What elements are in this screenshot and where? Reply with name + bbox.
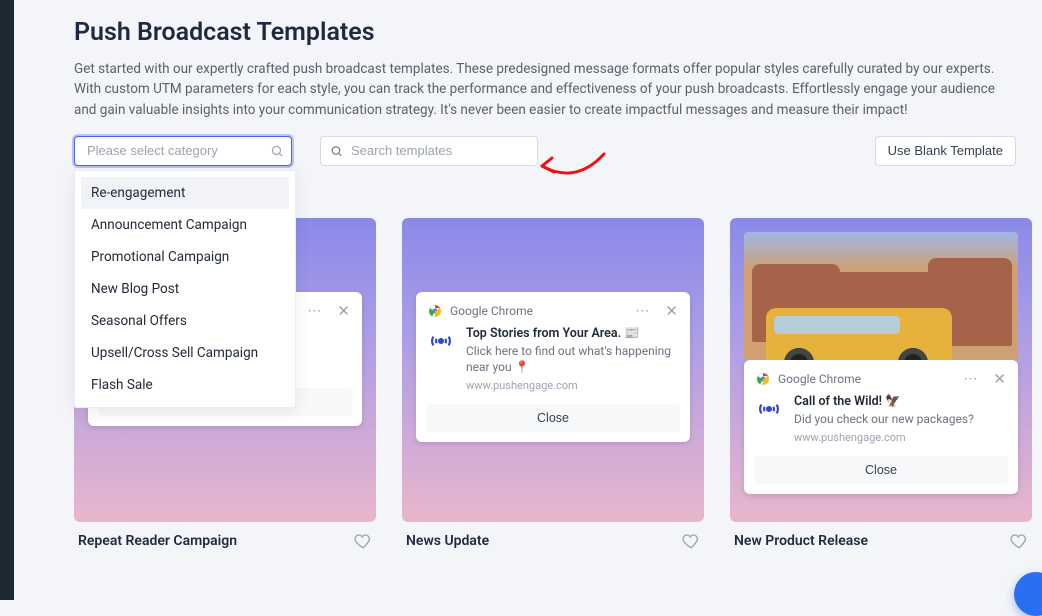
category-option-upsell[interactable]: Upsell/Cross Sell Campaign <box>81 337 289 369</box>
hero-image <box>744 232 1018 360</box>
more-icon[interactable]: ⋯ <box>635 303 651 319</box>
category-option-flash-sale[interactable]: Flash Sale <box>81 369 289 401</box>
more-icon[interactable]: ⋯ <box>963 371 979 387</box>
left-rail <box>0 0 14 600</box>
category-option-seasonal[interactable]: Seasonal Offers <box>81 305 289 337</box>
page-subtitle: Get started with our expertly crafted pu… <box>74 59 1014 120</box>
chrome-icon <box>428 304 442 318</box>
template-title: News Update <box>406 533 489 549</box>
notification-source: www.pushengage.com <box>794 431 974 444</box>
notification-brand: Google Chrome <box>450 304 533 318</box>
search-icon <box>330 144 343 157</box>
search-wrap <box>320 136 538 166</box>
category-option-announcement[interactable]: Announcement Campaign <box>81 209 289 241</box>
notification-text: Click here to find out what's happening … <box>466 343 678 375</box>
page-title: Push Broadcast Templates <box>74 18 1016 47</box>
notification-source: www.pushengage.com <box>466 379 678 392</box>
search-icon <box>270 144 284 158</box>
close-icon[interactable]: ✕ <box>659 302 678 320</box>
help-bubble-icon[interactable] <box>1014 572 1042 616</box>
notification-headline: Top Stories from Your Area. 📰 <box>466 326 678 342</box>
notification-close-button[interactable]: Close <box>426 404 680 432</box>
close-icon[interactable]: ✕ <box>987 370 1006 388</box>
category-option-re-engagement[interactable]: Re-engagement <box>81 177 289 209</box>
favorite-icon[interactable] <box>1010 532 1028 550</box>
notification-text: Did you check our new packages? <box>794 411 974 427</box>
van-illustration <box>766 308 952 360</box>
favorite-icon[interactable] <box>354 532 372 550</box>
broadcast-icon <box>428 328 454 393</box>
favorite-icon[interactable] <box>682 532 700 550</box>
search-input[interactable] <box>320 136 538 166</box>
notification-headline: Call of the Wild! 🦅 <box>794 394 974 410</box>
notification-brand: Google Chrome <box>778 372 861 386</box>
category-dropdown: Re-engagement Announcement Campaign Prom… <box>74 170 296 408</box>
more-icon[interactable]: ⋯ <box>307 303 323 319</box>
push-notification-preview: Google Chrome ⋯ ✕ Call of the Wild! 🦅 Di… <box>744 360 1018 494</box>
notification-close-button[interactable]: Close <box>754 456 1008 484</box>
broadcast-icon <box>756 396 782 444</box>
category-option-new-blog[interactable]: New Blog Post <box>81 273 289 305</box>
template-card[interactable]: Google Chrome ⋯ ✕ Call of the Wild! 🦅 Di… <box>730 218 1032 522</box>
chrome-icon <box>756 372 770 386</box>
template-card[interactable]: Google Chrome ⋯ ✕ Top Stories from Your … <box>402 218 704 522</box>
use-blank-template-button[interactable]: Use Blank Template <box>875 136 1016 166</box>
category-input[interactable] <box>74 136 292 166</box>
close-icon[interactable]: ✕ <box>331 302 350 320</box>
template-title: New Product Release <box>734 533 868 549</box>
push-notification-preview: Google Chrome ⋯ ✕ Top Stories from Your … <box>416 292 690 443</box>
category-combobox[interactable]: Re-engagement Announcement Campaign Prom… <box>74 136 292 166</box>
template-title: Repeat Reader Campaign <box>78 533 237 549</box>
category-option-promotional[interactable]: Promotional Campaign <box>81 241 289 273</box>
